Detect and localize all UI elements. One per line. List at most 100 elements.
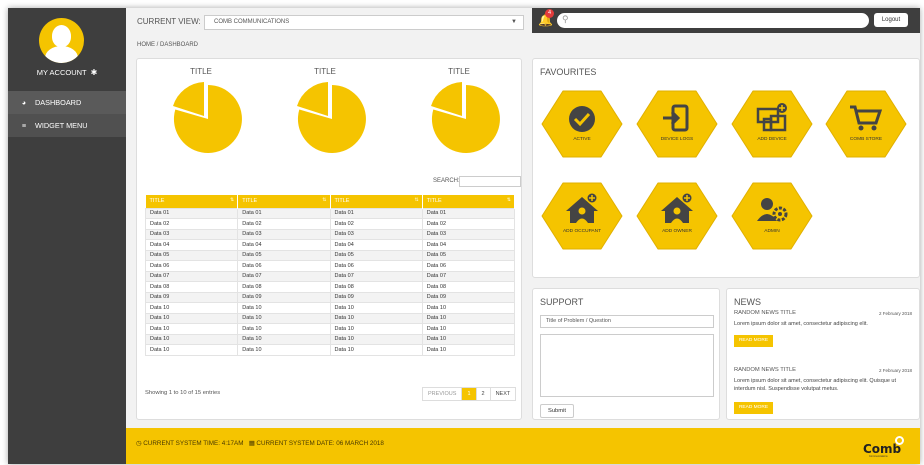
table-row[interactable]: Data 06 Data 06 Data 06 Data 06 xyxy=(144,260,516,272)
favourite-admin[interactable]: ADMIN xyxy=(731,181,813,251)
logo-tagline: Communications xyxy=(869,455,888,458)
table-row[interactable]: Data 10 Data 10 Data 10 Data 10 xyxy=(144,312,516,324)
table-row[interactable]: Data 04 Data 04 Data 04 Data 04 xyxy=(144,239,516,251)
sort-icon: ⇅ xyxy=(230,197,235,203)
chevron-down-icon: ▼ xyxy=(511,19,517,25)
table-row[interactable]: Data 10 Data 10 Data 10 Data 10 xyxy=(144,344,516,356)
current-view-label: CURRENT VIEW: xyxy=(137,17,201,26)
table-cell: Data 02 xyxy=(144,218,239,230)
table-cell: Data 05 xyxy=(329,249,423,261)
table-cell: Data 03 xyxy=(329,228,423,240)
table-cell: Data 10 xyxy=(144,333,239,345)
table-row[interactable]: Data 07 Data 07 Data 07 Data 07 xyxy=(144,270,516,282)
column-header[interactable]: TITLE ⇅ xyxy=(237,195,331,208)
submit-button[interactable]: Submit xyxy=(540,404,574,418)
favourite-comb-store[interactable]: COMB STORE xyxy=(825,89,907,159)
table-cell: Data 10 xyxy=(237,312,331,324)
table-cell: Data 03 xyxy=(237,228,331,240)
time-value: 4:17AM xyxy=(221,440,244,447)
table-row[interactable]: Data 01 Data 01 Data 01 Data 01 xyxy=(144,207,516,219)
table-cell: Data 10 xyxy=(329,312,423,324)
news-title: NEWS xyxy=(734,297,761,307)
top-bar: 🔔 4 ⚲ Logout xyxy=(532,8,920,33)
favourite-device-logs[interactable]: DEVICE LOGS xyxy=(636,89,718,159)
chart-title: TITLE xyxy=(190,67,212,76)
table-cell: Data 10 xyxy=(421,323,516,335)
table-cell: Data 10 xyxy=(329,302,423,314)
news-item-date: 2 February 2018 xyxy=(878,368,912,373)
footer: ◷ CURRENT SYSTEM TIME: 4:17AM ▦ CURRENT … xyxy=(126,428,920,464)
table-row[interactable]: Data 05 Data 05 Data 05 Data 05 xyxy=(144,249,516,261)
table-cell: Data 08 xyxy=(144,281,239,293)
support-message-textarea[interactable] xyxy=(540,334,714,397)
breadcrumb[interactable]: HOME / DASHBOARD xyxy=(137,42,198,48)
table-header-row: TITLE ⇅ TITLE ⇅ TITLE ⇅ TITLE ⇅ xyxy=(145,195,516,208)
news-item-body: Lorem ipsum dolor sit amet, consectetur … xyxy=(734,321,868,327)
favourite-add-occupant[interactable]: ADD OCCUPANT xyxy=(541,181,623,251)
gauge-icon: ◕ xyxy=(21,98,27,107)
sidebar: MY ACCOUNT ✱ ◕ DASHBOARD ≡ WIDGET MENU xyxy=(8,8,126,464)
news-item-title: RANDOM NEWS TITLE xyxy=(734,310,797,316)
table-search-label: SEARCH: xyxy=(433,178,460,184)
support-title: SUPPORT xyxy=(540,297,584,307)
my-account-link[interactable]: MY ACCOUNT ✱ xyxy=(8,68,126,77)
column-header[interactable]: TITLE ⇅ xyxy=(422,195,516,208)
sidebar-item-widget-menu[interactable]: ≡ WIDGET MENU xyxy=(8,114,126,137)
table-cell: Data 07 xyxy=(421,270,516,282)
table-cell: Data 05 xyxy=(237,249,331,261)
favourite-label: ADD OCCUPANT xyxy=(562,229,602,234)
table-row[interactable]: Data 10 Data 10 Data 10 Data 10 xyxy=(144,323,516,335)
table-cell: Data 06 xyxy=(237,260,331,272)
avatar[interactable] xyxy=(39,18,84,63)
read-more-button[interactable]: READ MORE xyxy=(734,335,773,347)
current-view-select[interactable]: COMB COMMUNICATIONS ▼ xyxy=(204,15,524,30)
table-cell: Data 04 xyxy=(421,239,516,251)
table-cell: Data 07 xyxy=(329,270,423,282)
table-row[interactable]: Data 09 Data 09 Data 09 Data 09 xyxy=(144,291,516,303)
search-input[interactable]: ⚲ xyxy=(557,13,869,28)
table-cell: Data 10 xyxy=(329,333,423,345)
table-cell: Data 10 xyxy=(329,344,423,356)
table-cell: Data 08 xyxy=(421,281,516,293)
cart-icon xyxy=(825,90,907,158)
next-button[interactable]: NEXT xyxy=(491,388,516,400)
table-row[interactable]: Data 08 Data 08 Data 08 Data 08 xyxy=(144,281,516,293)
table-cell: Data 05 xyxy=(421,249,516,261)
avatar-body xyxy=(45,46,78,63)
column-header[interactable]: TITLE ⇅ xyxy=(145,195,239,208)
table-cell: Data 10 xyxy=(421,312,516,324)
notification-badge: 4 xyxy=(545,9,554,18)
admin-gear-icon xyxy=(731,182,813,250)
table-cell: Data 10 xyxy=(237,333,331,345)
logout-button[interactable]: Logout xyxy=(874,13,908,27)
table-cell: Data 09 xyxy=(421,291,516,303)
entries-info: Showing 1 to 10 of 15 entries xyxy=(145,390,221,396)
table-cell: Data 06 xyxy=(421,260,516,272)
previous-button[interactable]: PREVIOUS xyxy=(423,388,463,400)
table-row[interactable]: Data 03 Data 03 Data 03 Data 03 xyxy=(144,228,516,240)
table-cell: Data 07 xyxy=(144,270,239,282)
table-cell: Data 09 xyxy=(144,291,239,303)
logo-ring xyxy=(895,436,904,445)
favourites-title: FAVOURITES xyxy=(540,67,597,77)
table-row[interactable]: Data 10 Data 10 Data 10 Data 10 xyxy=(144,302,516,314)
table-row[interactable]: Data 10 Data 10 Data 10 Data 10 xyxy=(144,333,516,345)
table-cell: Data 09 xyxy=(329,291,423,303)
page-2-button[interactable]: 2 xyxy=(477,388,491,400)
favourite-add-device[interactable]: ADD DEVICE xyxy=(731,89,813,159)
table-row[interactable]: Data 02 Data 02 Data 02 Data 02 xyxy=(144,218,516,230)
pagination: PREVIOUS 1 2 NEXT xyxy=(422,387,517,401)
read-more-button[interactable]: READ MORE xyxy=(734,402,773,414)
favourite-active[interactable]: ACTIVE xyxy=(541,89,623,159)
check-circle-icon xyxy=(541,90,623,158)
avatar-head xyxy=(52,25,71,47)
favourite-add-owner[interactable]: ADD OWNER xyxy=(636,181,718,251)
column-header[interactable]: TITLE ⇅ xyxy=(330,195,423,208)
time-label: CURRENT SYSTEM TIME: xyxy=(143,440,220,447)
support-title-field[interactable]: Title of Problem / Question xyxy=(540,315,714,328)
table-cell: Data 10 xyxy=(237,323,331,335)
favourite-label: ADD OWNER xyxy=(662,229,692,234)
sidebar-item-dashboard[interactable]: ◕ DASHBOARD xyxy=(8,91,126,114)
page-1-button[interactable]: 1 xyxy=(462,388,477,400)
table-search-input[interactable] xyxy=(459,176,521,187)
